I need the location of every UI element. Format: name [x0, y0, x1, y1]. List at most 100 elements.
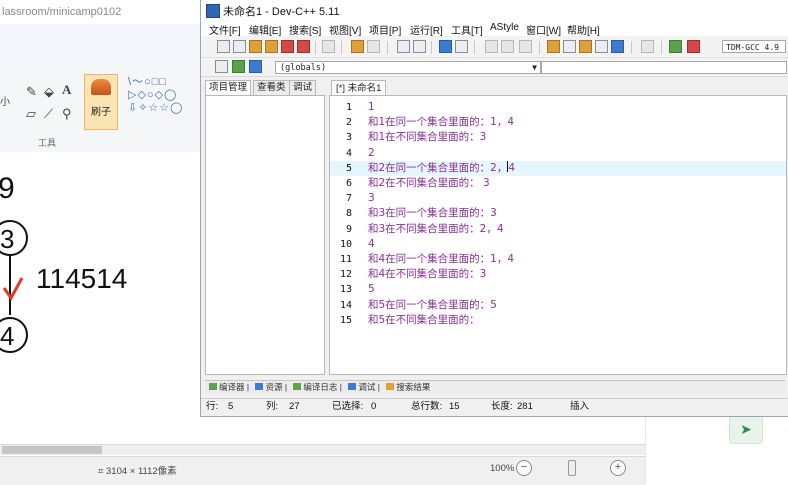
shapes-gallery[interactable]: \〜○□□ ▷◇○◇◯ ⇩✧☆☆◯: [128, 76, 200, 115]
code-line[interactable]: 11 和4在同一个集合里面的：1，4: [330, 252, 786, 267]
close-file-icon[interactable]: [281, 40, 294, 53]
line-text: 和2在不同集合里面的： 3: [368, 177, 490, 189]
code-line[interactable]: 12 和4在不同集合里面的：3: [330, 267, 786, 282]
menu-run[interactable]: 运行[R]: [410, 22, 443, 37]
project-panel[interactable]: [205, 95, 325, 375]
tab-project[interactable]: 项目管理: [205, 80, 252, 95]
compile-run-icon[interactable]: [579, 40, 592, 53]
new-class-icon[interactable]: [215, 60, 228, 73]
line-number: 12: [339, 269, 352, 281]
menu-file[interactable]: 文件[F]: [209, 22, 241, 37]
check-syntax-icon[interactable]: [611, 40, 624, 53]
code-line[interactable]: 6 和2在不同集合里面的： 3: [330, 176, 786, 191]
color-picker-icon[interactable]: ⟋: [44, 106, 53, 122]
unindent-icon[interactable]: [501, 40, 514, 53]
comment-icon[interactable]: [519, 40, 532, 53]
scope-value: (globals): [280, 63, 327, 73]
tab-resources[interactable]: 资源: [255, 381, 282, 393]
current-code-line[interactable]: 5 和2在同一个集合里面的：2，4: [330, 160, 786, 176]
code-line[interactable]: 73: [330, 191, 786, 206]
line-text: 5: [368, 283, 375, 296]
shape-row: ⇩✧☆☆◯: [128, 102, 184, 114]
toggle-bookmark-icon[interactable]: [455, 40, 468, 53]
code-line[interactable]: 11: [330, 100, 786, 115]
menu-view[interactable]: 视图[V]: [329, 22, 361, 37]
compile-icon[interactable]: [547, 40, 560, 53]
new-file-icon[interactable]: [217, 40, 230, 53]
scope-dropdown[interactable]: (globals) ▼: [275, 61, 541, 74]
editor-tab[interactable]: [*] 未命名1: [331, 80, 387, 96]
code-line[interactable]: 10 4: [330, 237, 786, 252]
horizontal-scrollbar[interactable]: [0, 444, 645, 455]
close-all-icon[interactable]: [297, 40, 310, 53]
line-text: 和5在同一个集合里面的：5: [368, 298, 497, 311]
insert-icon[interactable]: [232, 60, 245, 73]
indent-icon[interactable]: [485, 40, 498, 53]
address-bar[interactable]: lassroom/minicamp0102: [0, 0, 202, 25]
tab-debugger[interactable]: 调试: [348, 381, 375, 393]
compiler-select[interactable]: TDM-GCC 4.9: [722, 40, 786, 53]
line-text: 和5在不同集合里面的：: [368, 313, 480, 326]
save-icon[interactable]: [249, 40, 262, 53]
drawing-canvas[interactable]: 9 3 114514 4: [0, 152, 200, 437]
profile-icon[interactable]: [687, 40, 700, 53]
run-icon[interactable]: [563, 40, 576, 53]
magnifier-icon[interactable]: ⚲: [62, 106, 72, 122]
menu-edit[interactable]: 编辑[E]: [249, 22, 281, 37]
code-line[interactable]: 13 5: [330, 282, 786, 297]
node-label: 3: [0, 224, 14, 254]
menu-search[interactable]: 搜索[S]: [289, 22, 321, 37]
rebuild-icon[interactable]: [595, 40, 608, 53]
code-line[interactable]: 2 和1在同一个集合里面的：1，4: [330, 115, 786, 130]
menu-astyle[interactable]: AStyle: [490, 22, 519, 33]
menu-project[interactable]: 项目[P]: [369, 22, 401, 37]
zoom-slider[interactable]: [568, 460, 576, 476]
window-titlebar[interactable]: 未命名1 - Dev-C++ 5.11: [201, 0, 788, 20]
chart-icon[interactable]: [669, 40, 682, 53]
size-label[interactable]: 小: [0, 93, 10, 108]
pencil-icon[interactable]: ✎: [26, 84, 37, 100]
goto-icon[interactable]: [439, 40, 452, 53]
menu-window[interactable]: 窗口[W]: [526, 22, 561, 37]
eraser-icon[interactable]: ▱: [26, 106, 36, 122]
code-editor[interactable]: 11 2 和1在同一个集合里面的：1，4 3 和1在不同集合里面的：3 42 5 和2…: [329, 95, 787, 375]
find-icon[interactable]: [397, 40, 410, 53]
tab-debug[interactable]: 调试: [289, 80, 317, 95]
code-line[interactable]: 8 和3在同一个集合里面的：3: [330, 206, 786, 221]
code-line[interactable]: 3 和1在不同集合里面的：3: [330, 130, 786, 145]
menu-tools[interactable]: 工具[T]: [451, 22, 483, 37]
code-line[interactable]: 14 和5在同一个集合里面的：5: [330, 298, 786, 313]
tab-classes[interactable]: 查看类: [253, 80, 290, 95]
image-size-icon: ⌗: [98, 466, 106, 477]
brush-button[interactable]: 刷子: [84, 74, 118, 130]
print-icon[interactable]: [322, 40, 335, 53]
replace-icon[interactable]: [413, 40, 426, 53]
main-toolbar: [201, 37, 788, 58]
tab-label: 编译日志: [303, 382, 338, 392]
zoom-out-button[interactable]: −: [516, 460, 532, 476]
fill-icon[interactable]: ⬙: [44, 84, 54, 100]
zoom-in-button[interactable]: +: [610, 460, 626, 476]
open-file-icon[interactable]: [233, 40, 246, 53]
scrollbar-thumb[interactable]: [2, 446, 102, 454]
send-icon[interactable]: ➤: [729, 414, 763, 444]
code-line[interactable]: 15 和5在不同集合里面的：: [330, 313, 786, 328]
stop-icon[interactable]: [641, 40, 654, 53]
undo-icon[interactable]: [351, 40, 364, 53]
bookmark-icon[interactable]: [249, 60, 262, 73]
save-all-icon[interactable]: [265, 40, 278, 53]
menu-bar: 文件[F] 编辑[E] 搜索[S] 视图[V] 项目[P] 运行[R] 工具[T…: [201, 20, 788, 37]
toolbar-separator: [474, 41, 475, 54]
line-text: 和2在同一个集合里面的：2，: [368, 161, 508, 174]
row-value: 5: [228, 401, 234, 412]
tab-search-results[interactable]: 搜索结果: [386, 381, 430, 393]
resources-icon: [255, 383, 264, 390]
code-line[interactable]: 9 和3在不同集合里面的：2，4: [330, 222, 786, 237]
menu-help[interactable]: 帮助[H]: [567, 22, 600, 37]
tab-compiler[interactable]: 编译器: [209, 381, 245, 393]
tab-compile-log[interactable]: 编译日志: [293, 381, 337, 393]
function-dropdown[interactable]: [541, 61, 787, 74]
redo-icon[interactable]: [367, 40, 380, 53]
text-icon[interactable]: A: [62, 82, 71, 98]
code-line[interactable]: 42: [330, 146, 786, 161]
